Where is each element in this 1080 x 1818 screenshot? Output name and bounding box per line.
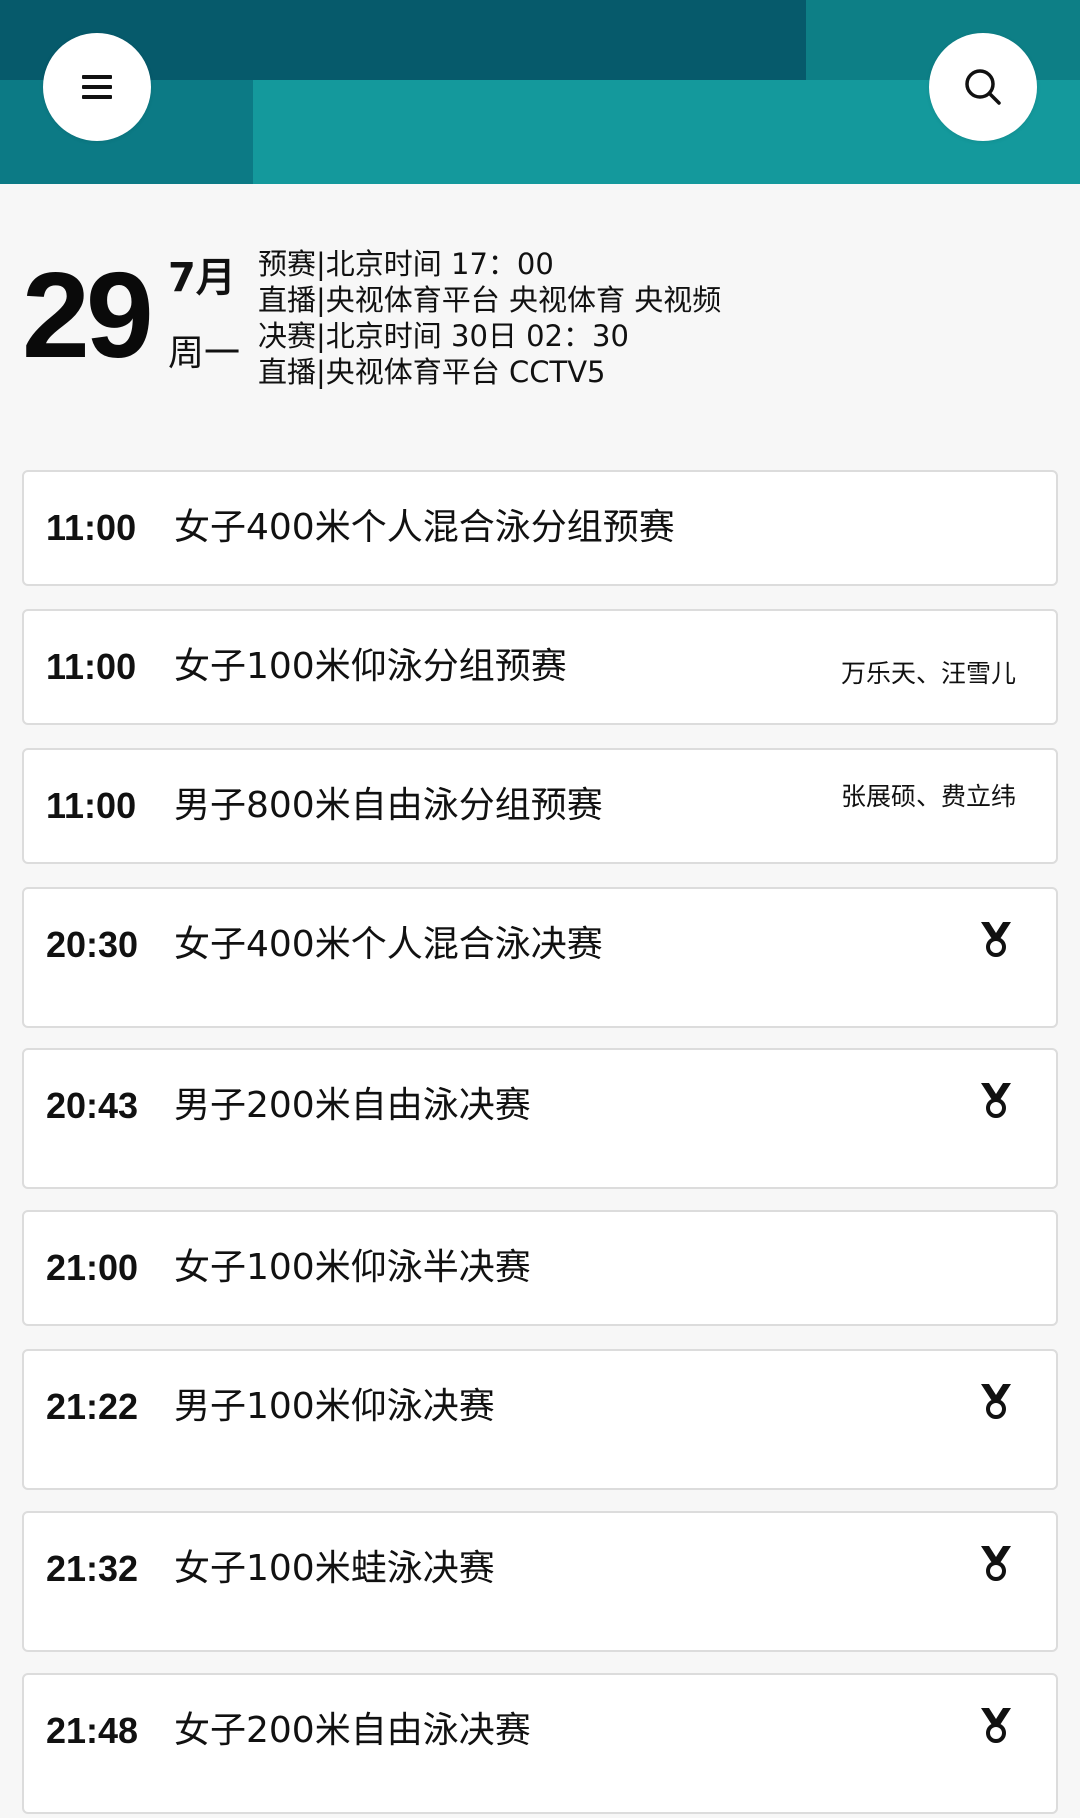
- weekday-label: 周一: [168, 333, 241, 374]
- event-name: 女子400米个人混合泳决赛: [174, 924, 603, 965]
- event-name: 女子100米仰泳分组预赛: [174, 646, 567, 687]
- event-time: 11:00: [46, 507, 137, 548]
- event-time: 21:48: [46, 1710, 139, 1751]
- final-channel-line: 直播|央视体育平台 CCTV5: [258, 355, 606, 389]
- event-time: 11:00: [46, 785, 137, 826]
- medal-icon: [981, 1546, 1011, 1581]
- event-card[interactable]: 21:32 女子100米蛙泳决赛: [22, 1511, 1058, 1652]
- search-icon: [965, 69, 1001, 105]
- event-name: 女子400米个人混合泳分组预赛: [174, 507, 675, 548]
- event-name: 女子100米仰泳半决赛: [174, 1247, 531, 1288]
- event-name: 女子100米蛙泳决赛: [174, 1548, 495, 1589]
- date-section: 29 7月 周一 预赛|北京时间 17：00 直播|央视体育平台 央视体育 央视…: [0, 240, 1080, 400]
- event-time: 11:00: [46, 646, 137, 687]
- medal-icon: [981, 1384, 1011, 1419]
- event-name: 男子200米自由泳决赛: [174, 1085, 531, 1126]
- hamburger-menu-icon: [82, 75, 112, 99]
- event-time: 21:32: [46, 1548, 139, 1589]
- medal-icon: [981, 1083, 1011, 1118]
- prelim-channel-line: 直播|央视体育平台 央视体育 央视频: [258, 283, 722, 317]
- event-time: 20:43: [46, 1085, 139, 1126]
- event-card[interactable]: 21:22 男子100米仰泳决赛: [22, 1349, 1058, 1490]
- event-card[interactable]: 11:00 男子800米自由泳分组预赛 张展硕、费立纬: [22, 748, 1058, 864]
- menu-button[interactable]: [43, 33, 151, 141]
- event-athletes: 张展硕、费立纬: [840, 782, 1016, 811]
- top-banner: [0, 0, 1080, 184]
- prelim-time-line: 预赛|北京时间 17：00: [258, 247, 554, 281]
- event-card[interactable]: 21:00 女子100米仰泳半决赛: [22, 1210, 1058, 1326]
- event-name: 女子200米自由泳决赛: [174, 1710, 531, 1751]
- event-card[interactable]: 11:00 女子100米仰泳分组预赛 万乐天、汪雪儿: [22, 609, 1058, 725]
- event-card[interactable]: 11:00 女子400米个人混合泳分组预赛: [22, 470, 1058, 586]
- event-card[interactable]: 20:43 男子200米自由泳决赛: [22, 1048, 1058, 1189]
- event-card[interactable]: 21:48 女子200米自由泳决赛: [22, 1673, 1058, 1814]
- event-athletes: 万乐天、汪雪儿: [840, 659, 1016, 688]
- event-name: 男子800米自由泳分组预赛: [174, 785, 603, 826]
- search-button[interactable]: [929, 33, 1037, 141]
- event-time: 21:00: [46, 1247, 139, 1288]
- day-number: 29: [22, 247, 154, 383]
- final-time-line: 决赛|北京时间 30日 02：30: [258, 319, 629, 353]
- event-name: 男子100米仰泳决赛: [174, 1386, 495, 1427]
- event-time: 21:22: [46, 1386, 139, 1427]
- month-label: 7月: [168, 255, 236, 301]
- event-time: 20:30: [46, 924, 139, 965]
- medal-icon: [981, 1708, 1011, 1743]
- medal-icon: [981, 922, 1011, 957]
- event-card[interactable]: 20:30 女子400米个人混合泳决赛: [22, 887, 1058, 1028]
- broadcast-info: 预赛|北京时间 17：00 直播|央视体育平台 央视体育 央视频 决赛|北京时间…: [258, 246, 721, 390]
